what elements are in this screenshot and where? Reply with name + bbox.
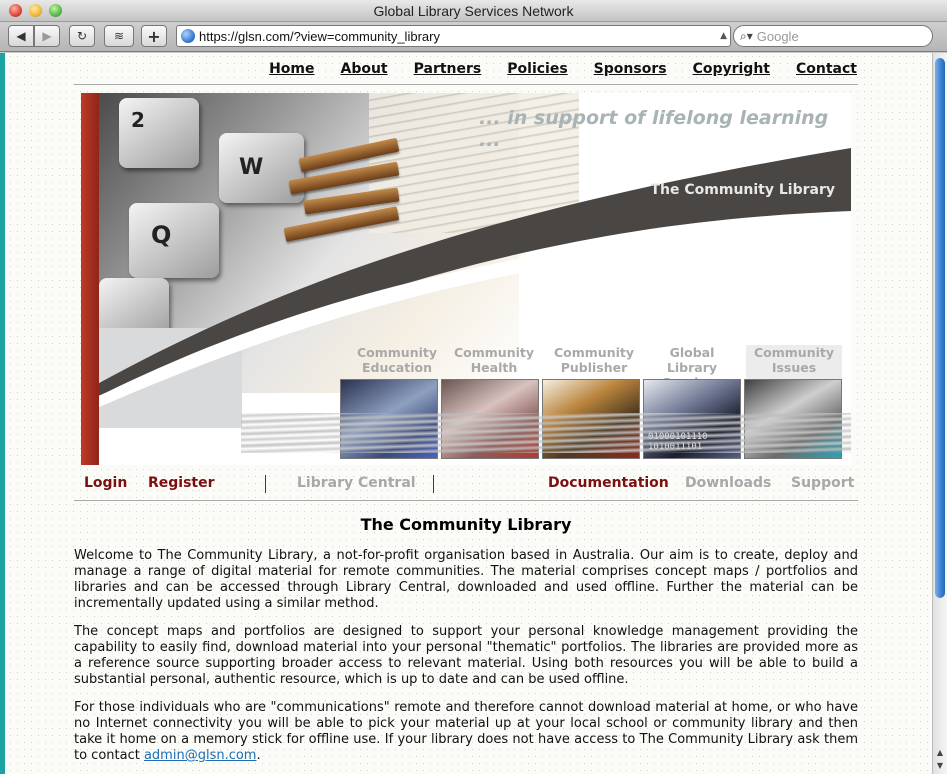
category-label-line1: Community: [356, 345, 438, 360]
back-arrow-icon: ◀: [16, 29, 26, 43]
support-link[interactable]: Support: [791, 475, 854, 491]
back-button[interactable]: ◀: [8, 25, 34, 47]
forward-arrow-icon: ▶: [42, 29, 52, 43]
nav-partners-link[interactable]: Partners: [414, 61, 482, 77]
category-label-line2: Publisher: [560, 360, 628, 375]
page-title: The Community Library: [360, 515, 572, 534]
category-community-health[interactable]: Community Health: [445, 345, 543, 375]
search-placeholder: Google: [756, 28, 799, 44]
offline-access-paragraph: For those individuals who are "communica…: [74, 700, 858, 764]
paragraph-text: .: [256, 748, 261, 763]
category-label-line1: Community: [753, 345, 835, 360]
site-banner: 2 W Q ... in support of lifelong learnin…: [81, 93, 851, 465]
nav-home-link[interactable]: Home: [269, 61, 314, 77]
address-dropdown-icon[interactable]: ▲: [720, 31, 727, 41]
banner-brush-stroke: [241, 413, 851, 453]
category-label-line1: Community: [553, 345, 635, 360]
site-globe-icon: [181, 29, 195, 43]
concept-maps-paragraph: The concept maps and portfolios are desi…: [74, 624, 858, 687]
nav-sponsors-link[interactable]: Sponsors: [594, 61, 667, 77]
documentation-link[interactable]: Documentation: [548, 475, 669, 491]
nav-copyright-link[interactable]: Copyright: [693, 61, 770, 77]
category-community-publisher[interactable]: Community Publisher: [545, 345, 643, 375]
browser-toolbar: ◀ ▶ ↻ ≋ + https://glsn.com/?view=communi…: [0, 22, 947, 52]
scroll-down-icon[interactable]: ▼: [934, 761, 946, 771]
nav-policies-link[interactable]: Policies: [507, 61, 567, 77]
nav-separator: [265, 475, 266, 493]
search-field[interactable]: ⌕▾ Google: [733, 25, 933, 47]
top-divider: [74, 84, 858, 85]
banner-tagline: ... in support of lifelong learning ...: [479, 107, 829, 151]
add-bookmark-button[interactable]: +: [141, 25, 167, 47]
window-titlebar: Global Library Services Network: [0, 0, 947, 22]
reload-button[interactable]: ↻: [69, 25, 95, 47]
subnav-divider: [74, 500, 858, 501]
page-viewport: Home About Partners Policies Sponsors Co…: [0, 53, 932, 774]
left-accent-band: [0, 53, 5, 774]
category-label-line2: Education: [362, 360, 432, 375]
login-link[interactable]: Login: [84, 475, 127, 491]
scrollbar-thumb[interactable]: [935, 58, 945, 598]
category-label-line2: Issues: [771, 360, 817, 375]
banner-section-title: The Community Library: [650, 182, 835, 198]
address-bar[interactable]: https://glsn.com/?view=community_library…: [176, 25, 731, 47]
main-content: The Community Library Welcome to The Com…: [74, 515, 858, 774]
nav-contact-link[interactable]: Contact: [796, 61, 857, 77]
intro-paragraph: Welcome to The Community Library, a not-…: [74, 548, 858, 611]
contact-email-link[interactable]: admin@glsn.com: [144, 748, 257, 763]
category-community-education[interactable]: Community Education: [348, 345, 446, 375]
snapback-button[interactable]: ≋: [104, 25, 134, 47]
top-navigation: Home About Partners Policies Sponsors Co…: [269, 61, 857, 77]
snapback-icon: ≋: [113, 29, 125, 43]
reload-icon: ↻: [76, 29, 88, 43]
category-label-line1: Global Library: [666, 345, 718, 375]
nav-about-link[interactable]: About: [340, 61, 387, 77]
secondary-navigation: Login Register Library Central Documenta…: [84, 475, 854, 497]
scroll-up-icon[interactable]: ▲: [934, 748, 946, 758]
address-text[interactable]: https://glsn.com/?view=community_library: [199, 29, 720, 44]
category-label-line2: Health: [470, 360, 518, 375]
nav-separator: [433, 475, 434, 493]
search-icon[interactable]: ⌕▾: [740, 29, 753, 44]
downloads-link[interactable]: Downloads: [685, 475, 771, 491]
forward-button[interactable]: ▶: [34, 25, 60, 47]
category-community-issues[interactable]: Community Issues: [746, 345, 842, 379]
category-label-line1: Community: [453, 345, 535, 360]
window-title: Global Library Services Network: [373, 3, 574, 19]
banner-red-bar: [81, 93, 99, 465]
library-central-link[interactable]: Library Central: [297, 475, 416, 491]
register-link[interactable]: Register: [148, 475, 215, 491]
